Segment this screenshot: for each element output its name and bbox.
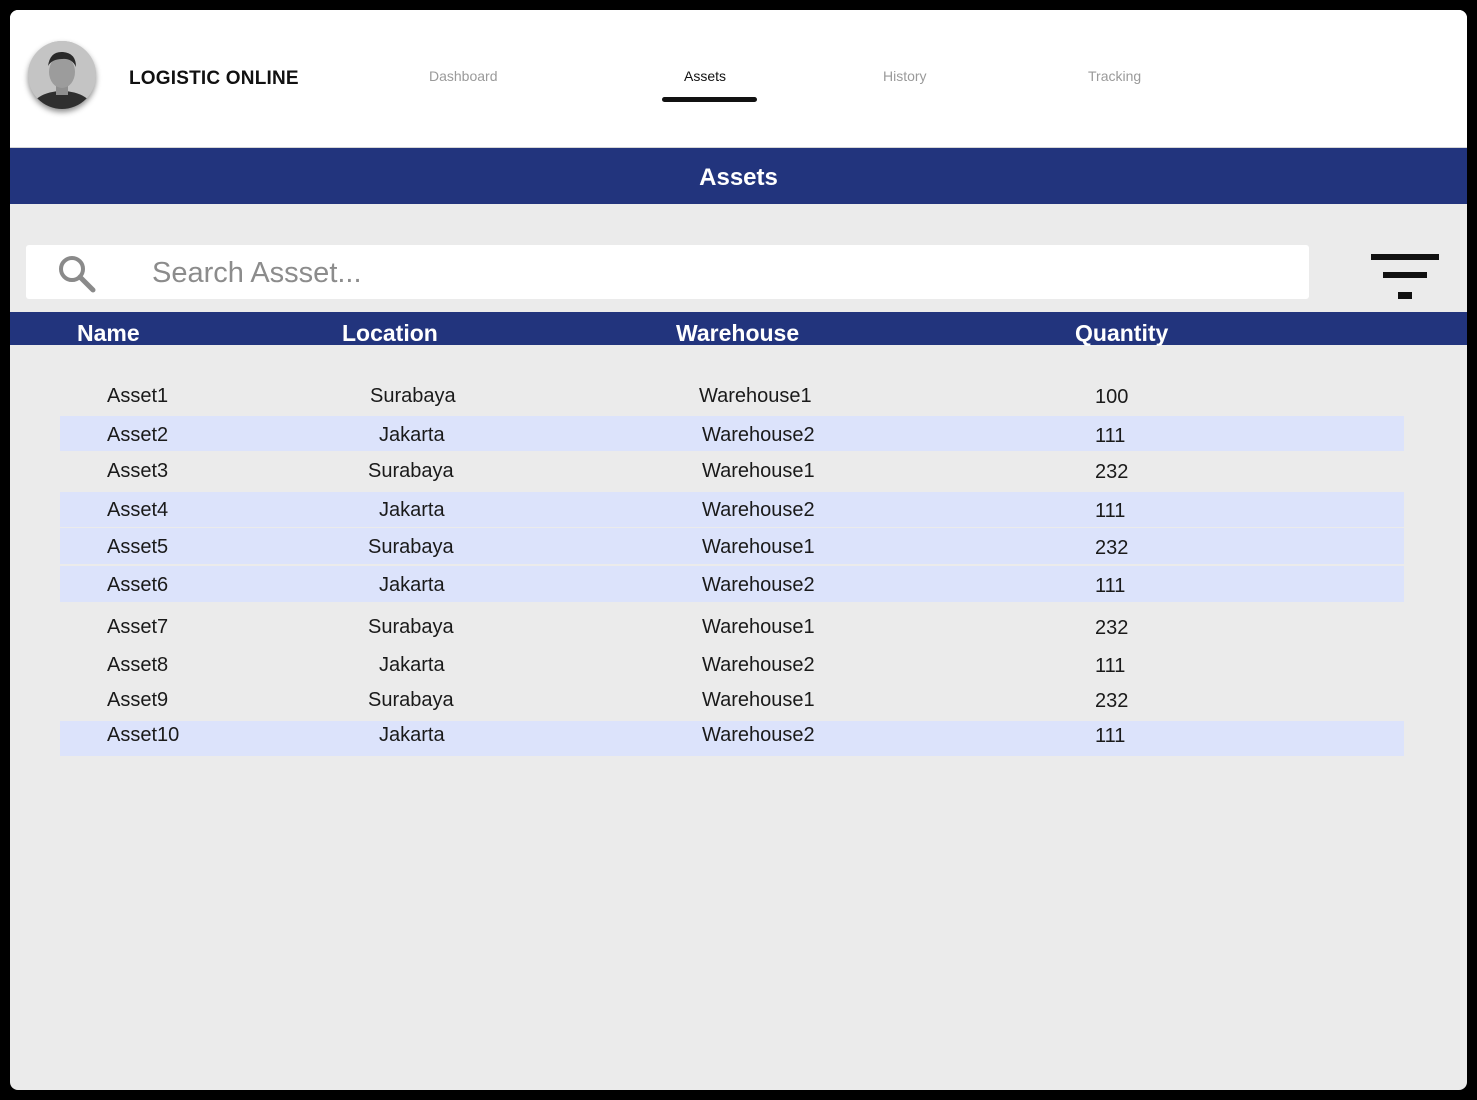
cell-location: Surabaya	[368, 460, 454, 482]
search-icon[interactable]	[58, 255, 96, 293]
cell-location: Jakarta	[379, 724, 445, 746]
column-header-name[interactable]: Name	[77, 320, 140, 347]
cell-quantity: 232	[1095, 617, 1129, 639]
cell-name: Asset7	[107, 616, 169, 638]
cell-name: Asset10	[107, 724, 180, 746]
cell-warehouse: Warehouse2	[702, 574, 815, 596]
cell-name: Asset5	[107, 536, 169, 558]
cell-warehouse: Warehouse2	[702, 424, 815, 446]
cell-quantity: 111	[1095, 425, 1126, 447]
tab-assets[interactable]: Assets	[684, 68, 726, 84]
cell-quantity: 111	[1095, 575, 1126, 597]
cell-quantity: 100	[1095, 386, 1129, 408]
search-bar[interactable]	[26, 245, 1309, 299]
table-row[interactable]: Asset1 Surabaya Warehouse1 100	[60, 378, 1404, 414]
cell-location: Jakarta	[379, 424, 445, 446]
table-row[interactable]: Asset9 Surabaya Warehouse1 232	[60, 681, 1404, 716]
table-row[interactable]: Asset2 Jakarta Warehouse2 111	[60, 416, 1404, 451]
page-title: Assets	[10, 148, 1467, 204]
cell-name: Asset2	[107, 424, 169, 446]
cell-quantity: 232	[1095, 690, 1129, 712]
cell-quantity: 111	[1095, 500, 1126, 522]
cell-name: Asset3	[107, 460, 169, 482]
cell-warehouse: Warehouse1	[699, 385, 812, 407]
table-row[interactable]: Asset8 Jakarta Warehouse2 111	[60, 646, 1404, 681]
app-window: LOGISTIC ONLINE Dashboard Assets History…	[10, 10, 1467, 1090]
cell-name: Asset1	[107, 385, 169, 407]
cell-warehouse: Warehouse1	[702, 616, 815, 638]
filter-icon[interactable]	[1371, 254, 1441, 302]
cell-location: Jakarta	[379, 574, 445, 596]
table-row[interactable]: Asset6 Jakarta Warehouse2 111	[60, 566, 1404, 602]
table-row[interactable]: Asset5 Surabaya Warehouse1 232	[60, 528, 1404, 564]
active-tab-indicator	[662, 97, 757, 102]
cell-warehouse: Warehouse1	[702, 460, 815, 482]
cell-quantity: 111	[1095, 655, 1126, 677]
column-header-location[interactable]: Location	[342, 320, 438, 347]
table-row[interactable]: Asset4 Jakarta Warehouse2 111	[60, 492, 1404, 527]
table-header: Name Location Warehouse Quantity	[10, 312, 1467, 347]
cell-location: Jakarta	[379, 499, 445, 521]
cell-location: Surabaya	[368, 616, 454, 638]
cell-location: Jakarta	[379, 654, 445, 676]
cell-warehouse: Warehouse2	[702, 499, 815, 521]
top-navigation-bar: LOGISTIC ONLINE Dashboard Assets History…	[10, 10, 1467, 149]
search-input[interactable]	[150, 251, 1294, 295]
tab-tracking[interactable]: Tracking	[1088, 68, 1141, 84]
tab-history[interactable]: History	[883, 68, 927, 84]
cell-warehouse: Warehouse2	[702, 724, 815, 746]
table-row[interactable]: Asset10 Jakarta Warehouse2 111	[60, 721, 1404, 756]
cell-warehouse: Warehouse2	[702, 654, 815, 676]
table-row[interactable]: Asset3 Surabaya Warehouse1 232	[60, 452, 1404, 488]
cell-quantity: 111	[1095, 725, 1126, 747]
cell-name: Asset4	[107, 499, 169, 521]
table-row[interactable]: Asset7 Surabaya Warehouse1 232	[60, 608, 1404, 644]
cell-name: Asset6	[107, 574, 169, 596]
column-header-quantity[interactable]: Quantity	[1075, 320, 1168, 347]
cell-warehouse: Warehouse1	[702, 536, 815, 558]
cell-location: Surabaya	[368, 689, 454, 711]
app-title: LOGISTIC ONLINE	[129, 68, 299, 89]
cell-name: Asset8	[107, 654, 169, 676]
cell-warehouse: Warehouse1	[702, 689, 815, 711]
column-header-warehouse[interactable]: Warehouse	[676, 320, 799, 347]
cell-quantity: 232	[1095, 461, 1129, 483]
cell-location: Surabaya	[368, 536, 454, 558]
tab-dashboard[interactable]: Dashboard	[429, 68, 498, 84]
cell-location: Surabaya	[370, 385, 456, 407]
user-avatar[interactable]	[28, 41, 96, 109]
cell-quantity: 232	[1095, 537, 1129, 559]
cell-name: Asset9	[107, 689, 169, 711]
